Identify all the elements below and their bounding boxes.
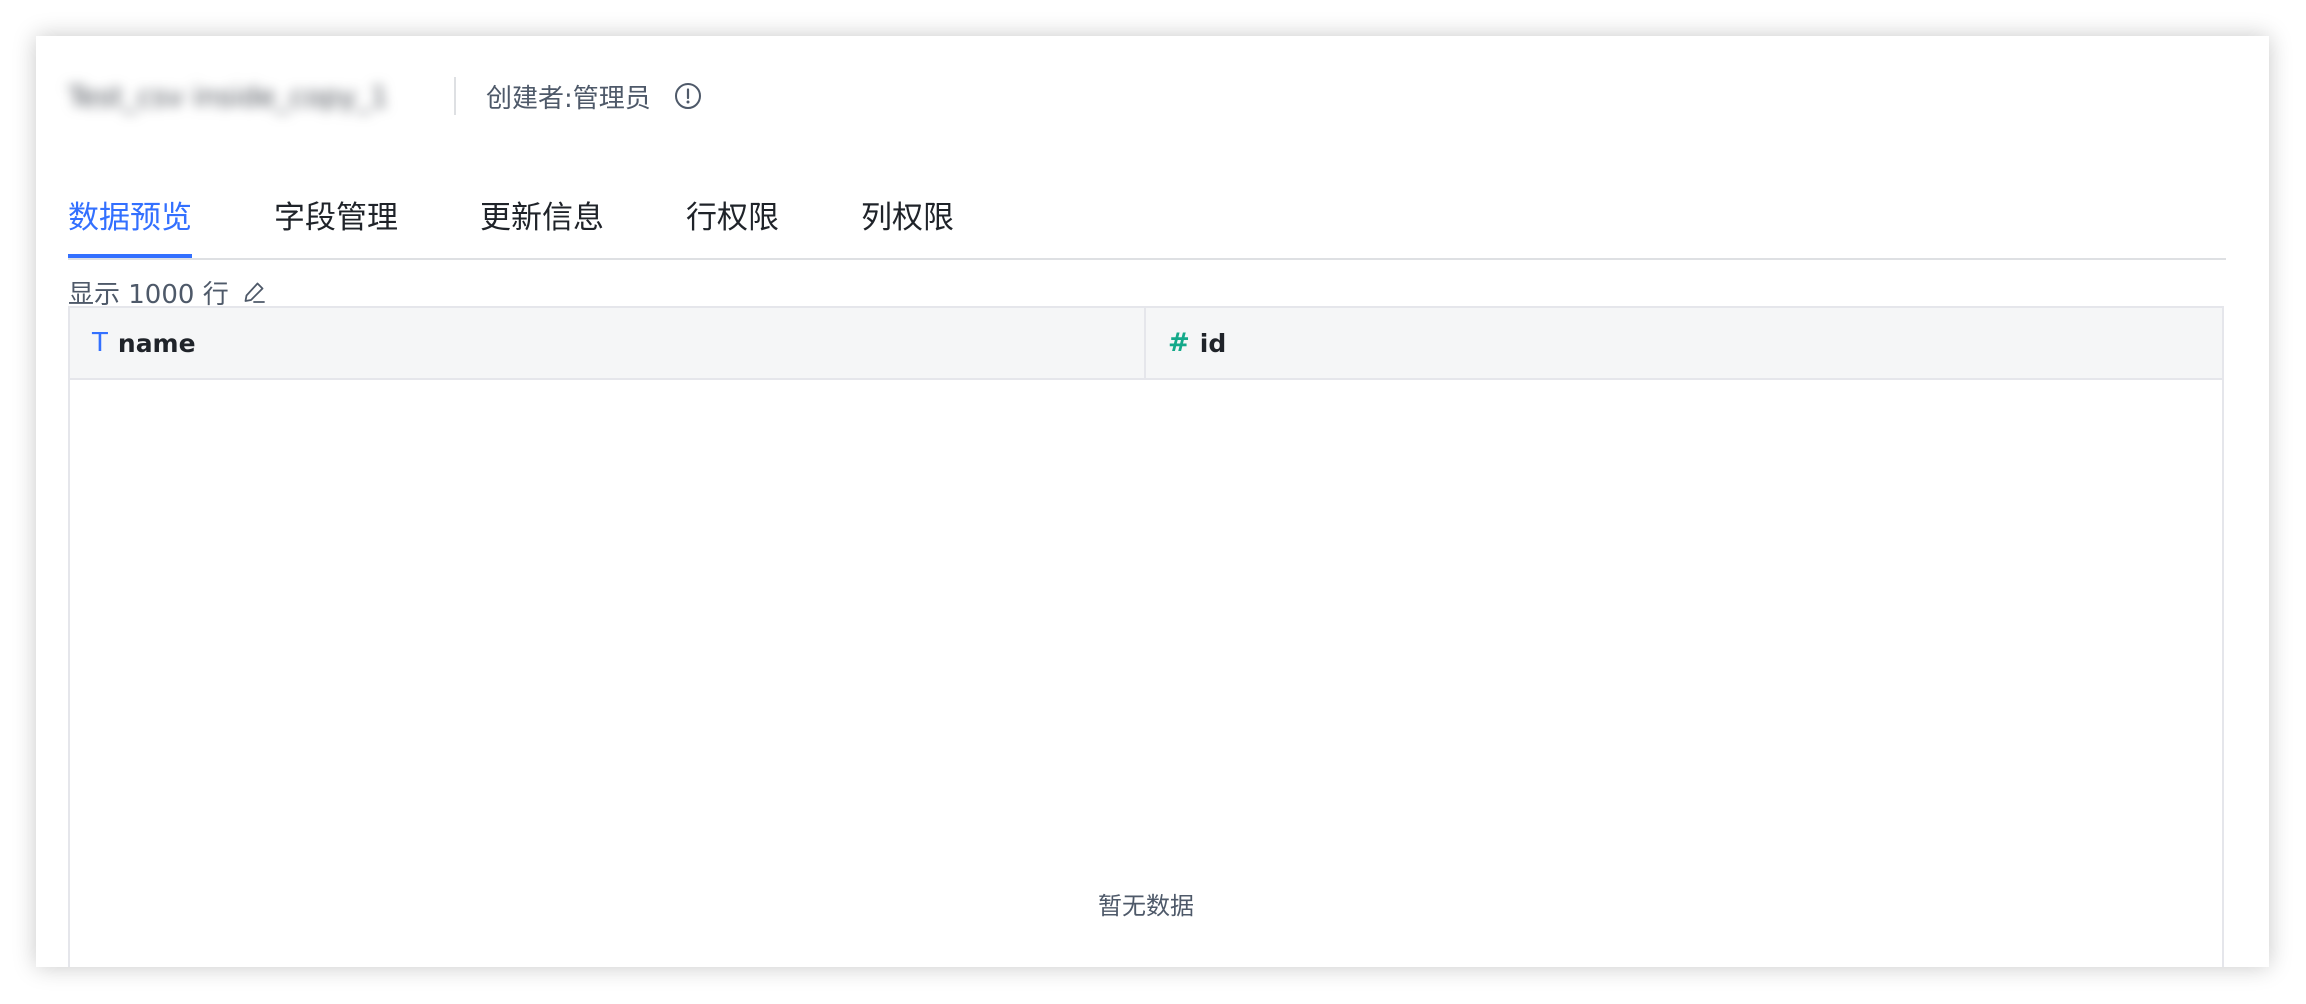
tab-field-management[interactable]: 字段管理 (274, 154, 398, 256)
tab-update-info[interactable]: 更新信息 (480, 154, 604, 256)
tab-bar: 数据预览 字段管理 更新信息 行权限 列权限 (68, 154, 2226, 260)
dataset-detail-panel: Test_csv inside_copy_1 创建者:管理员 数据预览 字段管理… (36, 36, 2269, 967)
number-type-icon: # (1168, 328, 1190, 358)
column-header-id[interactable]: # id (1146, 308, 2222, 378)
column-header-name[interactable]: T name (70, 308, 1146, 378)
data-preview-table: T name # id 暂无数据 (68, 306, 2224, 967)
empty-state-text: 暂无数据 (1098, 892, 1194, 920)
header-divider (454, 77, 456, 115)
row-count-label: 显示 1000 行 (68, 279, 229, 310)
text-type-icon: T (92, 328, 108, 358)
info-circle-icon[interactable] (673, 81, 703, 111)
dataset-header: Test_csv inside_copy_1 创建者:管理员 (68, 72, 703, 120)
tab-row-permission[interactable]: 行权限 (686, 154, 779, 256)
pencil-icon[interactable] (241, 279, 267, 305)
column-label: id (1199, 328, 1227, 358)
table-header: T name # id (70, 308, 2222, 380)
dataset-name: Test_csv inside_copy_1 (68, 79, 389, 113)
tab-data-preview[interactable]: 数据预览 (68, 154, 192, 258)
column-label: name (117, 328, 196, 358)
creator-label: 创建者:管理员 (486, 83, 651, 114)
tab-column-permission[interactable]: 列权限 (861, 154, 954, 256)
